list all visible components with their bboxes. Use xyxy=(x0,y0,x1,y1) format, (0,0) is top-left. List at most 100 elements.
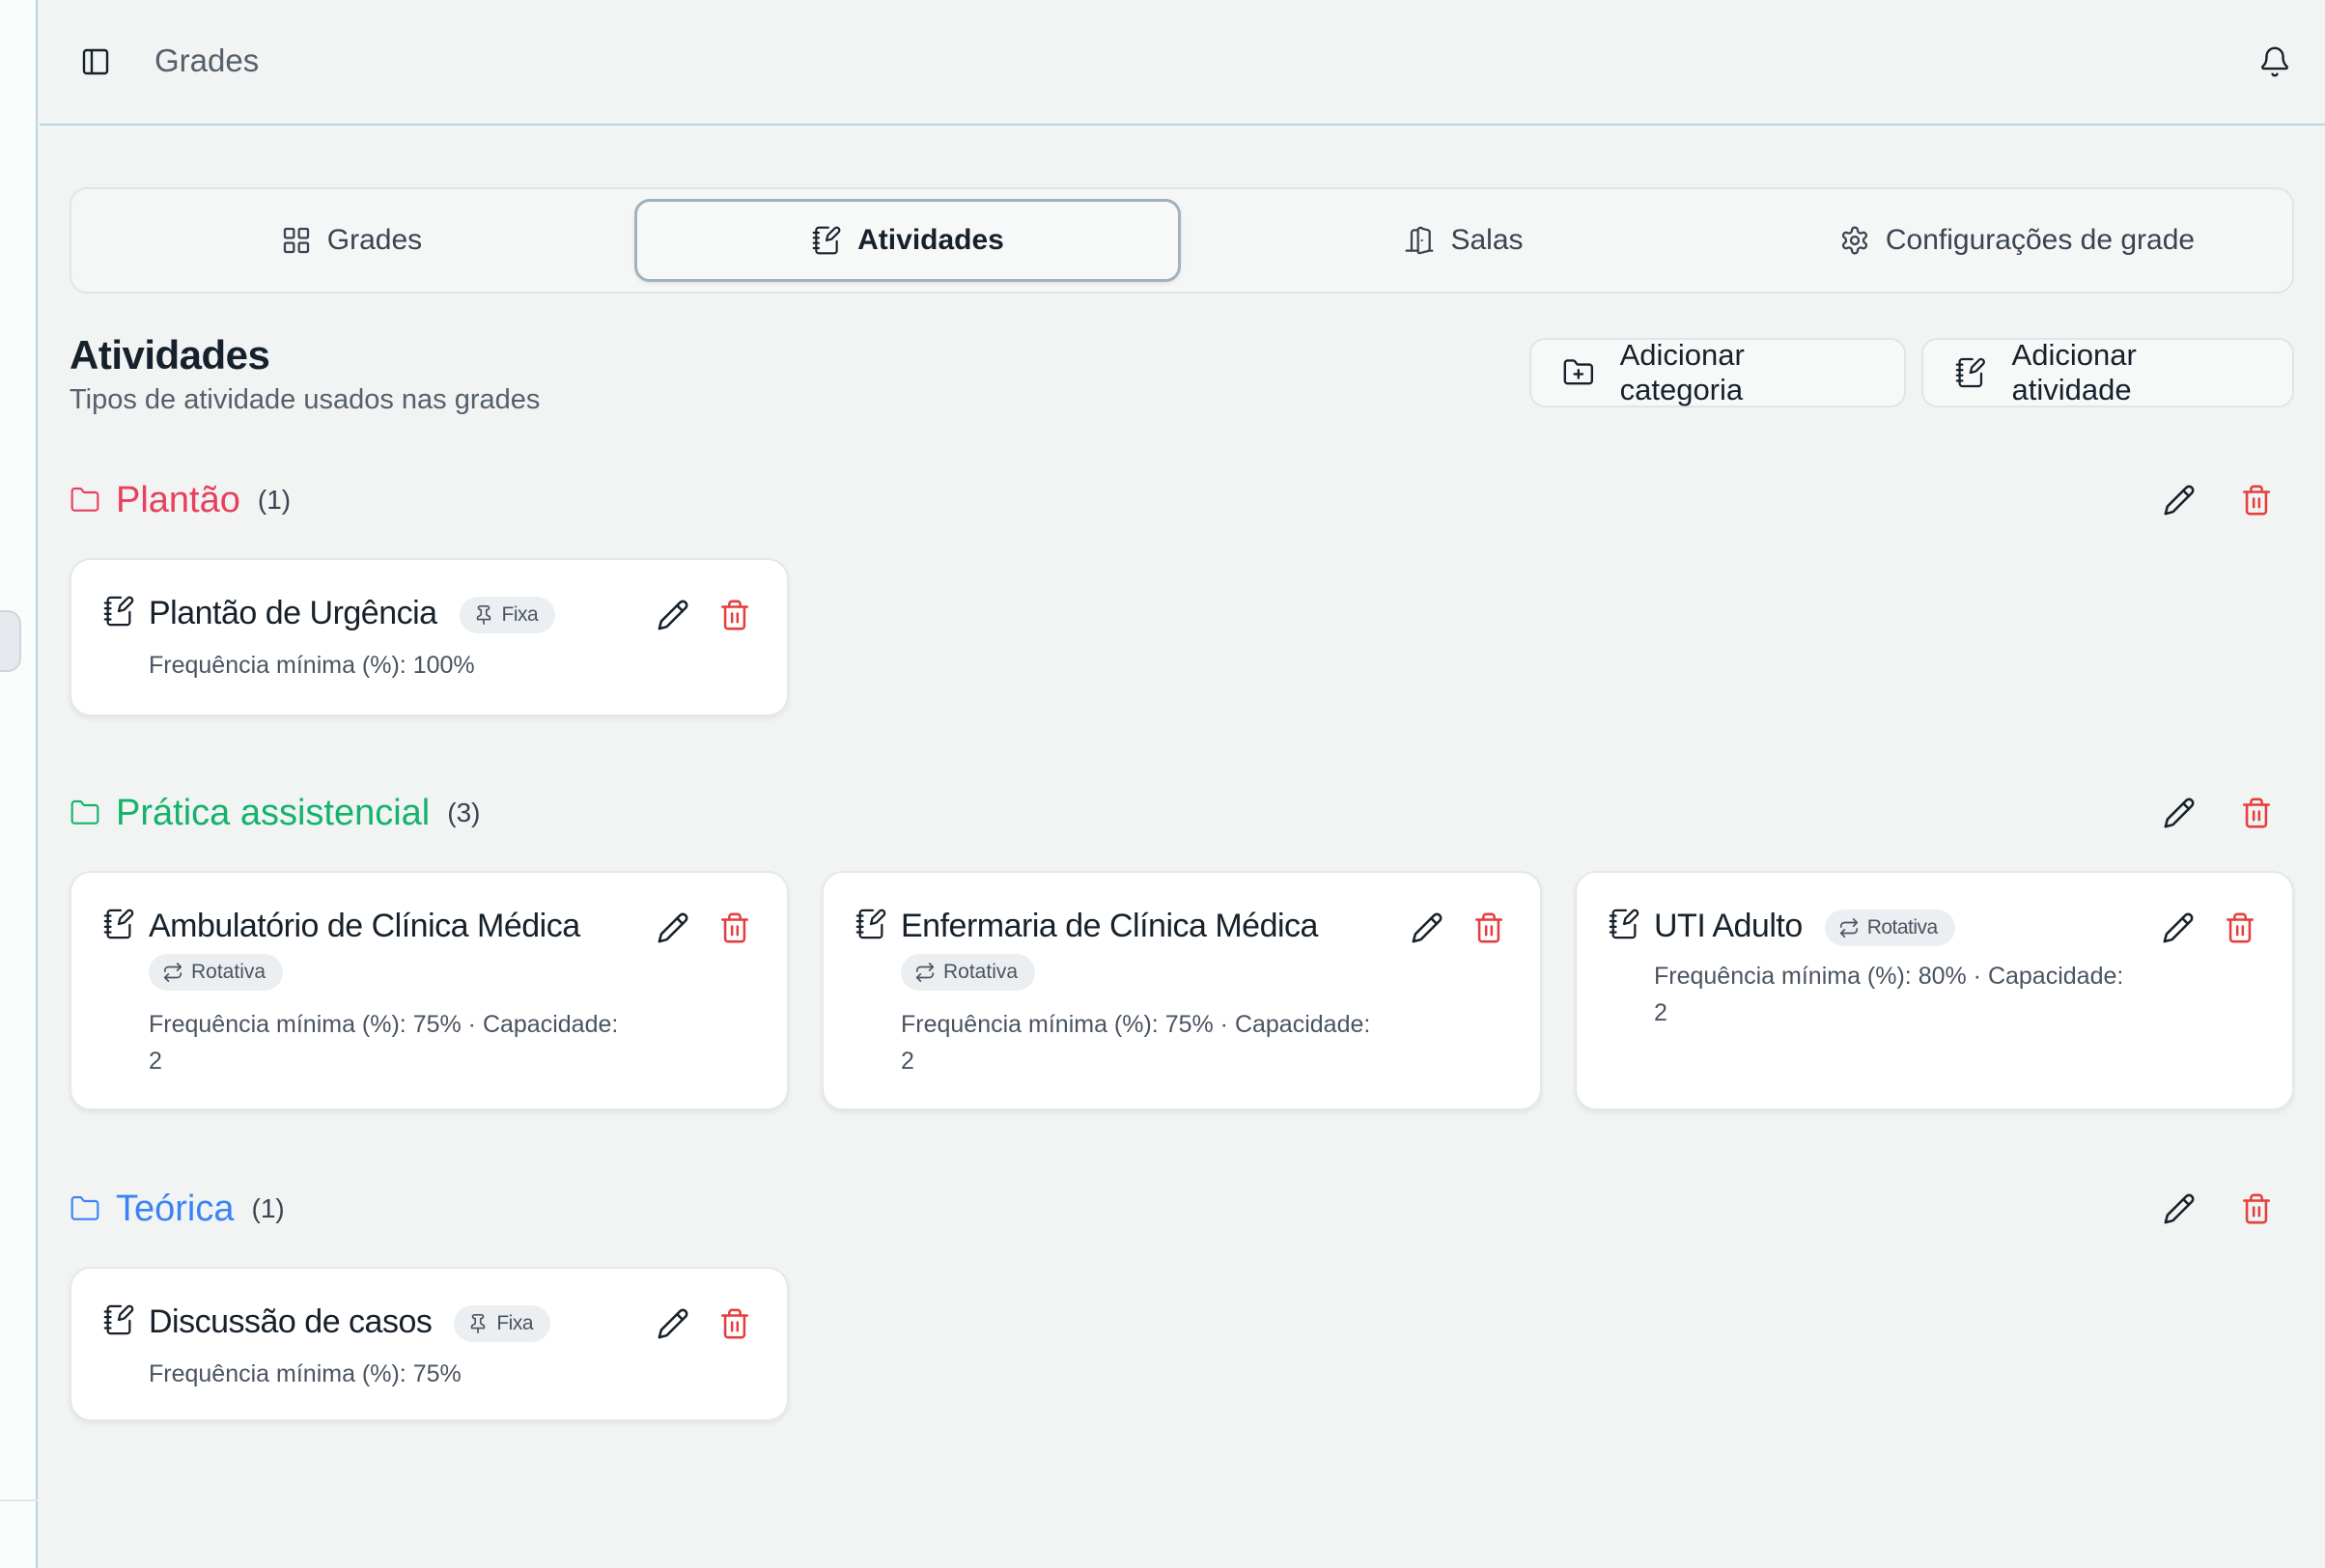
status-badge: Fixa xyxy=(454,1305,551,1343)
trash-icon[interactable] xyxy=(2240,797,2273,829)
sidebar-toggle-icon[interactable] xyxy=(80,46,111,77)
status-badge: Rotativa xyxy=(901,954,1036,991)
tab-label: Atividades xyxy=(857,224,1004,256)
trash-icon[interactable] xyxy=(718,911,751,944)
page-subtitle: Tipos de atividade usados nas grades xyxy=(70,384,541,415)
tab-atividades[interactable]: Atividades xyxy=(634,199,1181,282)
trash-icon[interactable] xyxy=(2240,484,2273,517)
notebook-pen-icon xyxy=(1954,356,1987,389)
repeat-icon xyxy=(162,962,183,983)
notebook-pen-icon xyxy=(102,908,135,940)
category-name: Plantão xyxy=(116,479,240,520)
notebook-pen-icon xyxy=(102,1303,135,1336)
trash-icon[interactable] xyxy=(718,599,751,631)
gear-icon xyxy=(1841,226,1867,255)
add-category-button[interactable]: Adicionar categoria xyxy=(1529,338,1906,407)
category-actions xyxy=(2163,789,2273,837)
tab-label: Grades xyxy=(326,224,423,256)
grid-icon xyxy=(283,227,309,254)
activity-card: Plantão de Urgência Fixa Frequência míni… xyxy=(70,558,789,716)
category-header-teorica: Teórica (1) xyxy=(70,1185,285,1233)
pin-icon xyxy=(467,1313,489,1334)
activity-title: Ambulatório de Clínica Médica xyxy=(149,908,580,944)
pencil-icon[interactable] xyxy=(2163,797,2196,829)
repeat-icon xyxy=(914,962,936,983)
badge-label: Rotativa xyxy=(191,961,266,983)
badge-label: Rotativa xyxy=(943,961,1019,983)
category-header-plantao: Plantão (1) xyxy=(70,476,291,524)
top-bar: Grades xyxy=(40,0,2325,126)
door-icon xyxy=(1406,226,1434,255)
tab-configuracoes[interactable]: Configurações de grade xyxy=(1747,199,2287,282)
activity-description: Frequência mínima (%): 80% · Capacidade:… xyxy=(1654,958,2123,1031)
pin-icon xyxy=(473,604,494,626)
section-tabs: Grades Atividades Salas Configurações de… xyxy=(70,187,2294,294)
activity-title: UTI Adulto xyxy=(1654,908,1803,944)
notebook-pen-icon xyxy=(811,225,842,256)
folder-icon xyxy=(70,485,100,516)
category-name: Prática assistencial xyxy=(116,792,431,833)
pencil-icon[interactable] xyxy=(657,911,689,944)
trash-icon[interactable] xyxy=(1472,911,1505,944)
tab-label: Salas xyxy=(1450,224,1524,256)
add-activity-label: Adicionar atividade xyxy=(2011,338,2137,406)
category-count: (1) xyxy=(257,485,292,515)
notebook-pen-icon xyxy=(1608,908,1640,940)
status-badge: Rotativa xyxy=(149,954,284,991)
description-line: 2 xyxy=(1654,999,1667,1026)
activity-title: Discussão de casos xyxy=(149,1303,433,1340)
bell-icon[interactable] xyxy=(2258,45,2291,78)
activity-description: Frequência mínima (%): 100% xyxy=(149,652,475,679)
activity-card: UTI Adulto Rotativa Frequência mínima (%… xyxy=(1575,871,2294,1110)
add-activity-button[interactable]: Adicionar atividade xyxy=(1921,338,2294,407)
category-count: (3) xyxy=(447,798,481,827)
pencil-icon[interactable] xyxy=(657,1307,689,1340)
activity-title-row: UTI Adulto Rotativa xyxy=(1654,908,1955,947)
pencil-icon[interactable] xyxy=(2163,1192,2196,1225)
activity-card: Enfermaria de Clínica Médica Rotativa Fr… xyxy=(822,871,1542,1110)
activity-description: Frequência mínima (%): 75% · Capacidade:… xyxy=(149,1006,618,1079)
activity-title: Plantão de Urgência xyxy=(149,595,437,631)
trash-icon[interactable] xyxy=(2224,911,2256,944)
badge-label: Rotativa xyxy=(1866,916,1939,939)
description-line: 2 xyxy=(149,1048,162,1075)
category-actions xyxy=(2163,1185,2273,1233)
left-sidebar-rail xyxy=(0,0,38,1568)
category-header-pratica: Prática assistencial (3) xyxy=(70,789,480,837)
folder-icon xyxy=(70,798,100,828)
pencil-icon[interactable] xyxy=(2162,911,2195,944)
trash-icon[interactable] xyxy=(2240,1192,2273,1225)
category-count: (1) xyxy=(251,1193,285,1223)
activity-description: Frequência mínima (%): 75% · Capacidade:… xyxy=(901,1006,1370,1079)
description-line: Frequência mínima (%): 75% · Capacidade: xyxy=(149,1011,619,1038)
activity-title-row: Plantão de Urgência Fixa xyxy=(149,595,556,634)
sidebar-divider xyxy=(0,1499,38,1501)
category-name: Teórica xyxy=(116,1188,235,1229)
folder-plus-icon xyxy=(1563,359,1593,385)
page-title: Atividades xyxy=(70,332,270,378)
repeat-icon xyxy=(1838,917,1860,938)
status-badge: Rotativa xyxy=(1824,910,1955,947)
description-line: Frequência mínima (%): 75% · Capacidade: xyxy=(901,1011,1371,1038)
page-header-title: Grades xyxy=(154,42,260,78)
tab-label: Configurações de grade xyxy=(1885,224,2196,256)
sidebar-resize-handle[interactable] xyxy=(0,610,21,672)
pencil-icon[interactable] xyxy=(657,599,689,631)
description-line: 2 xyxy=(901,1048,914,1075)
activity-card: Ambulatório de Clínica Médica Rotativa F… xyxy=(70,871,789,1110)
status-badge: Fixa xyxy=(459,597,556,634)
activity-card: Discussão de casos Fixa Frequência mínim… xyxy=(70,1267,789,1421)
activity-title-row: Discussão de casos Fixa xyxy=(149,1303,551,1343)
badge-label: Fixa xyxy=(501,603,539,627)
folder-icon xyxy=(70,1193,100,1224)
pencil-icon[interactable] xyxy=(1411,911,1443,944)
add-category-label: Adicionar categoria xyxy=(1619,338,1745,406)
description-line: Frequência mínima (%): 80% · Capacidade: xyxy=(1654,963,2124,990)
activity-description: Frequência mínima (%): 75% xyxy=(149,1360,462,1387)
notebook-pen-icon xyxy=(854,908,887,940)
trash-icon[interactable] xyxy=(718,1307,751,1340)
activity-title: Enfermaria de Clínica Médica xyxy=(901,908,1318,944)
pencil-icon[interactable] xyxy=(2163,484,2196,517)
tab-grades[interactable]: Grades xyxy=(81,199,622,282)
tab-salas[interactable]: Salas xyxy=(1193,199,1734,282)
